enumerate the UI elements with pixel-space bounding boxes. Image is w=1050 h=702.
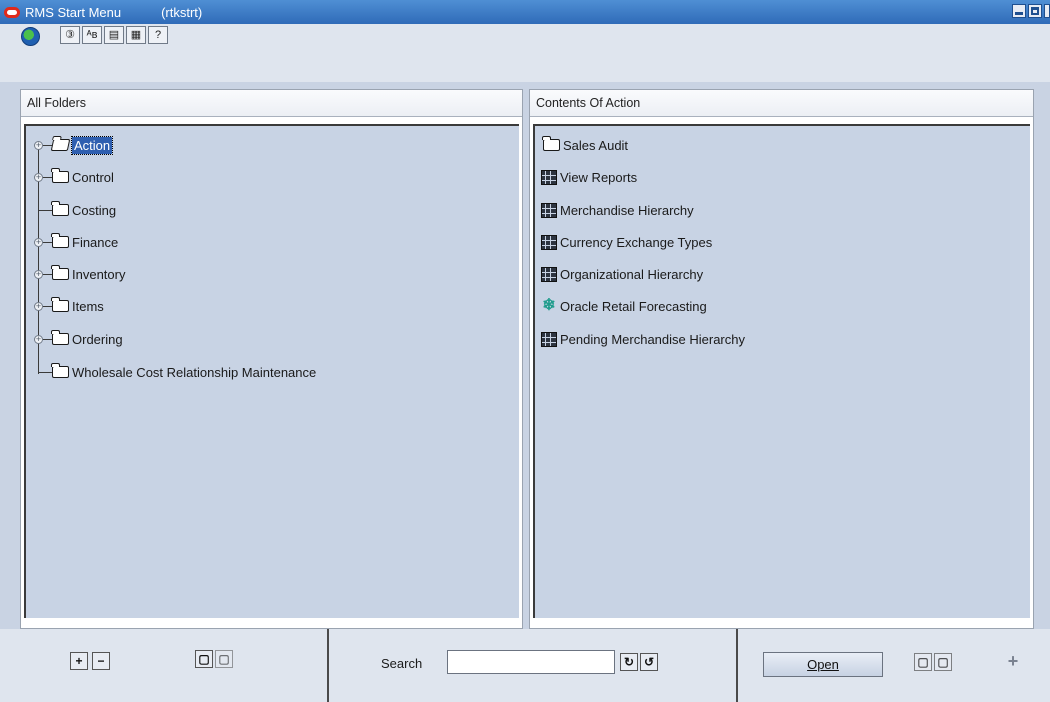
add-icon[interactable]: + (1004, 652, 1022, 671)
folder-icon (51, 201, 69, 216)
tree-item-label: Inventory (72, 266, 126, 282)
tree-connector (43, 305, 52, 307)
open-folder-icon (50, 139, 71, 151)
list-item-organizational-hierarchy[interactable]: Organizational Hierarchy (541, 264, 703, 284)
tree-connector (43, 144, 52, 146)
folder-icon (51, 297, 69, 312)
toolbar: ③ ᴬʙ ▤ ▦ ? (0, 24, 1050, 82)
open-button-label: Open (807, 657, 839, 672)
search-forward-icon[interactable]: ↻ (620, 653, 638, 671)
list-item-label: Organizational Hierarchy (560, 266, 704, 282)
tree-connector (43, 176, 52, 178)
list-item-oracle-retail-forecasting[interactable]: ❄ Oracle Retail Forecasting (541, 296, 707, 316)
forecast-icon: ❄ (542, 297, 556, 314)
report-icon (541, 202, 557, 218)
folders-panel: All Folders + Action + Control Costing +… (20, 89, 523, 629)
divider (327, 629, 329, 702)
tree-connector (38, 209, 52, 211)
window-title: RMS Start Menu (25, 4, 122, 20)
list-item-currency-exchange-types[interactable]: Currency Exchange Types (541, 232, 712, 252)
open-button[interactable]: Open (763, 652, 883, 677)
list-item-merchandise-hierarchy[interactable]: Merchandise Hierarchy (541, 200, 694, 220)
contents-panel-header: Contents Of Action (530, 90, 1033, 117)
expand-icon[interactable]: + (34, 269, 43, 279)
folders-panel-header: All Folders (21, 90, 522, 117)
calendar-icon[interactable]: ▦ (126, 26, 146, 44)
list-item-sales-audit[interactable]: Sales Audit (541, 135, 628, 155)
tree-item-control[interactable]: + Control (34, 167, 114, 187)
tree-item-finance[interactable]: + Finance (34, 232, 118, 252)
tree-item-label: Action (70, 135, 114, 155)
tree-item-wholesale-cost[interactable]: Wholesale Cost Relationship Maintenance (38, 362, 316, 382)
report-icon (541, 266, 557, 282)
title-bar: RMS Start Menu (rtkstrt) (0, 0, 1050, 24)
new-folder-icon[interactable]: ▢ (195, 650, 213, 668)
bottom-bar: + − ▢ ▢ Search ↻ ↺ Open ▢ ▢ + (0, 629, 1050, 702)
tree-item-label: Costing (72, 202, 117, 218)
folder-icon (51, 330, 69, 345)
folder-icon (51, 265, 69, 280)
contents-panel: Contents Of Action Sales Audit View Repo… (529, 89, 1034, 629)
globe-icon[interactable] (21, 27, 40, 46)
help-icon[interactable]: ③ (60, 26, 80, 44)
expand-icon[interactable]: + (34, 334, 43, 344)
report-icon (541, 234, 557, 250)
tree-connector (38, 371, 52, 373)
tree-item-action[interactable]: + Action (34, 135, 114, 155)
tree-item-ordering[interactable]: + Ordering (34, 329, 123, 349)
tree-item-costing[interactable]: Costing (38, 200, 116, 220)
tree-item-label: Control (72, 169, 114, 185)
list-item-pending-merchandise-hierarchy[interactable]: Pending Merchandise Hierarchy (541, 329, 745, 349)
close-button[interactable] (1044, 4, 1050, 18)
list-item-view-reports[interactable]: View Reports (541, 167, 637, 187)
list-item-label: Currency Exchange Types (560, 234, 713, 250)
folder-icon (51, 363, 69, 378)
maximize-button[interactable] (1028, 4, 1042, 18)
folder-icon (51, 233, 69, 248)
oracle-logo-icon (4, 6, 20, 18)
list-item-label: Oracle Retail Forecasting (560, 298, 707, 314)
minimize-button[interactable] (1012, 4, 1026, 18)
folder-icon (51, 168, 69, 183)
expand-icon[interactable]: + (34, 140, 43, 150)
search-label: Search (381, 656, 423, 671)
paste-icon[interactable]: ▢ (934, 653, 952, 671)
collapse-all-icon[interactable]: − (92, 652, 110, 670)
list-item-label: Pending Merchandise Hierarchy (560, 331, 745, 347)
tree-item-inventory[interactable]: + Inventory (34, 264, 125, 284)
question-icon[interactable]: ? (148, 26, 168, 44)
tree-item-label: Wholesale Cost Relationship Maintenance (72, 364, 317, 380)
tree-connector (43, 241, 52, 243)
tree-item-label: Items (72, 298, 104, 314)
list-item-label: View Reports (560, 169, 638, 185)
tree-item-label: Ordering (72, 331, 123, 347)
expand-icon[interactable]: + (34, 237, 43, 247)
expand-icon[interactable]: + (34, 301, 43, 311)
expand-icon[interactable]: + (34, 172, 43, 182)
delete-folder-icon[interactable]: ▢ (215, 650, 233, 668)
search-input[interactable] (447, 650, 615, 674)
tree-item-label: Finance (72, 234, 119, 250)
list-item-label: Sales Audit (563, 137, 629, 153)
folder-tree: + Action + Control Costing + Finance + I… (24, 124, 519, 618)
tree-item-items[interactable]: + Items (34, 296, 104, 316)
window-module: (rtkstrt) (161, 4, 203, 20)
expand-all-icon[interactable]: + (70, 652, 88, 670)
search-back-icon[interactable]: ↺ (640, 653, 658, 671)
document-icon[interactable]: ▤ (104, 26, 124, 44)
report-icon (541, 169, 557, 185)
abbreviation-icon[interactable]: ᴬʙ (82, 26, 102, 44)
copy-icon[interactable]: ▢ (914, 653, 932, 671)
tree-connector (43, 338, 52, 340)
folder-icon (542, 136, 560, 151)
contents-list: Sales Audit View Reports Merchandise Hie… (533, 124, 1030, 618)
report-icon (541, 331, 557, 347)
tree-connector (43, 273, 52, 275)
list-item-label: Merchandise Hierarchy (560, 202, 694, 218)
divider (736, 629, 738, 702)
